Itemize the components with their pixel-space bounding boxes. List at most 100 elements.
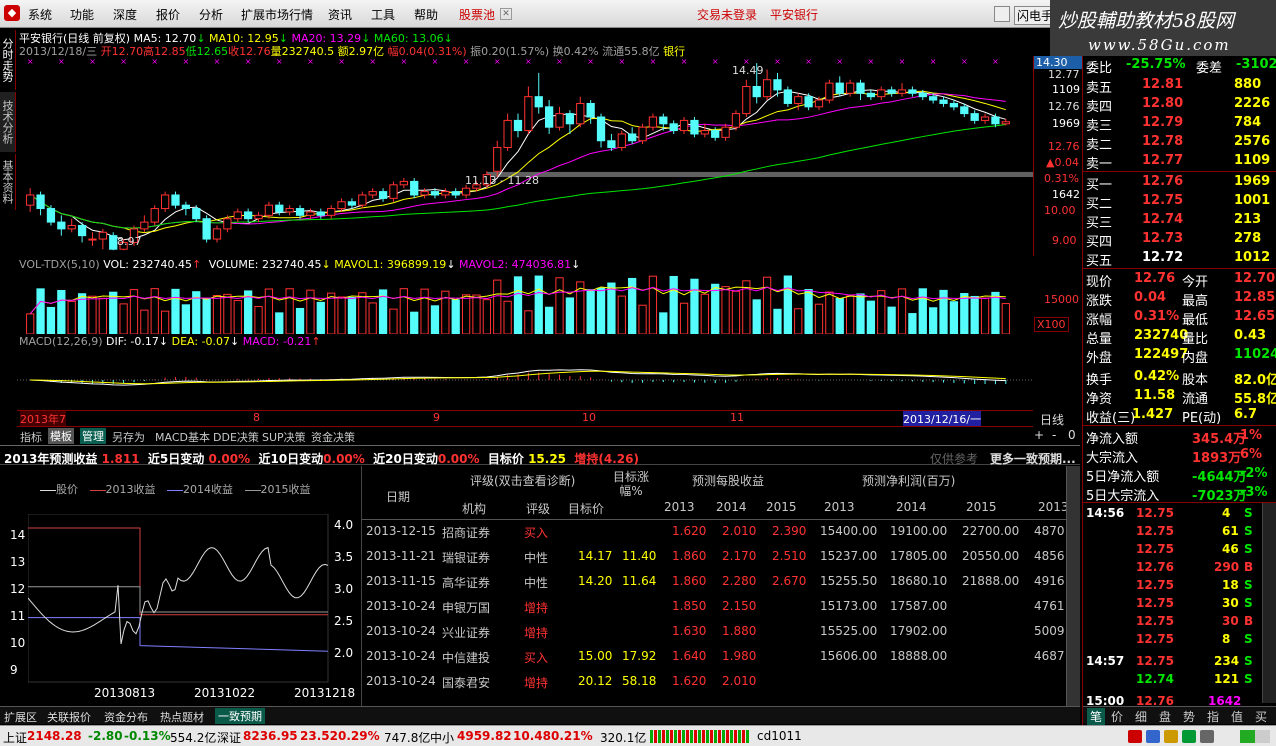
nav-hot-topic[interactable]: 热点题材 xyxy=(160,709,204,725)
flow-row-cell: 345.4万 xyxy=(1192,432,1247,447)
tab-dde[interactable]: DDE决策 xyxy=(213,429,259,445)
mini-legend: 股价 2013收益 2014收益 2015收益 xyxy=(40,481,311,497)
menu-tools[interactable]: 工具 xyxy=(371,6,395,23)
quote-tab[interactable]: 指 xyxy=(1207,708,1219,725)
volume-bar xyxy=(67,300,76,334)
menu-function[interactable]: 功能 xyxy=(70,6,94,23)
table-row[interactable]: 2013-12-15 招商证券 买入 1.620 2.010 2.390 15400.00 1… xyxy=(362,524,1066,544)
stat-row-cell: 12.70 xyxy=(1234,271,1276,286)
buy-order-row-cell: 278 xyxy=(1234,231,1262,246)
zoom-out-button[interactable]: - xyxy=(1052,428,1056,442)
table-row[interactable]: 2013-10-24 中信建投 买入 15.00 17.92 1.640 1.980 1560… xyxy=(362,649,1066,669)
tab-fund[interactable]: 资金决策 xyxy=(311,429,355,445)
tab-macd-basic[interactable]: MACD基本 xyxy=(155,429,210,445)
tab-sup[interactable]: SUP决策 xyxy=(262,429,306,445)
quote-tab[interactable]: 价 xyxy=(1111,708,1123,725)
reference-note: 仅供参考 xyxy=(930,452,979,466)
table-row[interactable]: 2013-10-24 国泰君安 增持 20.12 58.18 1.620 2.010 xyxy=(362,674,1066,694)
quote-tab[interactable]: 买 xyxy=(1255,708,1267,725)
status-icon-5[interactable] xyxy=(1200,730,1214,743)
stat-row-cell: 涨跌 xyxy=(1086,294,1113,309)
side-tab-fundamental[interactable]: 基本资料 xyxy=(0,154,16,210)
volume-bar xyxy=(389,308,398,334)
table-row[interactable]: 2013-10-24 兴业证券 增持 1.630 1.880 15525.00 17902.… xyxy=(362,624,1066,644)
quote-tab[interactable]: 细 xyxy=(1135,708,1147,725)
stat-row: 净资 11.58 流通 55.8亿 xyxy=(1084,387,1276,407)
current-stock-name[interactable]: 平安银行 xyxy=(770,6,818,23)
volume-bar xyxy=(430,305,440,334)
quote-tab[interactable]: 笔 xyxy=(1087,708,1106,725)
more-forecast-link[interactable]: 更多一致预期... xyxy=(990,450,1076,467)
menu-news[interactable]: 资讯 xyxy=(328,6,352,23)
period-button[interactable]: 日线 xyxy=(1040,411,1064,428)
mini-left-tick: 9 xyxy=(10,663,18,677)
signal-marker: × xyxy=(868,57,875,66)
sell-order-row-cell: 2576 xyxy=(1234,134,1271,149)
quote-tab[interactable]: 盘 xyxy=(1159,708,1171,725)
status-icon-2[interactable] xyxy=(1146,730,1160,743)
zoom-in-button[interactable]: + xyxy=(1034,428,1044,442)
table-scrollbar[interactable] xyxy=(1066,466,1080,706)
volume-bar xyxy=(918,288,927,334)
nav-consensus[interactable]: 一致预期 xyxy=(215,708,265,724)
status-icon-3[interactable] xyxy=(1164,730,1178,743)
trade-login-status[interactable]: 交易未登录 xyxy=(697,6,757,23)
menu-ext-market[interactable]: 扩展市场行情 xyxy=(241,6,313,23)
macd-chart[interactable] xyxy=(17,348,1033,410)
volume-chart[interactable] xyxy=(17,270,1033,334)
table-cell: 15400.00 xyxy=(820,524,878,538)
nav-ext-area[interactable]: 扩展区 xyxy=(4,709,37,725)
tick-scrollbar[interactable] xyxy=(1262,503,1276,703)
tick-cell: 46 xyxy=(1222,542,1239,556)
table-row[interactable]: 2013-10-24 申银万国 增持 1.850 2.150 15173.00 17587.… xyxy=(362,599,1066,619)
menu-quote[interactable]: 报价 xyxy=(156,6,180,23)
sell-order-row: 卖二 12.78 2576 xyxy=(1084,133,1276,153)
volume-bar xyxy=(794,308,803,334)
target-price-value: 15.25 xyxy=(528,452,567,466)
low-price-label: 8.97 xyxy=(117,235,142,248)
side-tab-intraday[interactable]: 分时走势 xyxy=(0,30,16,90)
menu-system[interactable]: 系统 xyxy=(28,6,52,23)
col-target-price: 目标价 xyxy=(568,502,605,516)
table-row[interactable]: 2013-11-15 高华证券 中性 14.20 11.64 1.860 2.280 2.67… xyxy=(362,574,1066,594)
col-rating-group: 评级(双击查看诊断) xyxy=(470,474,576,488)
menu-help[interactable]: 帮助 xyxy=(414,6,438,23)
stock-pool-button[interactable]: 股票池 xyxy=(459,6,495,23)
tab-manage[interactable]: 管理 xyxy=(80,428,106,444)
table-row[interactable]: 2013-11-21 瑞银证券 中性 14.17 11.40 1.860 2.170 2.51… xyxy=(362,549,1066,569)
table-cell: 22700.00 xyxy=(962,524,1020,538)
table-cell: 买入 xyxy=(524,651,549,665)
stat-row-cell: 净资 xyxy=(1086,392,1113,407)
volume-bar xyxy=(399,288,408,334)
tab-indicator[interactable]: 指标 xyxy=(20,429,42,445)
stat-row-cell: 0.42% xyxy=(1134,369,1180,384)
table-cell: 17902.00 xyxy=(890,624,948,638)
stat-row-cell: 最低 xyxy=(1182,313,1209,328)
quote-tab[interactable]: 值 xyxy=(1231,708,1243,725)
candle-body xyxy=(26,194,35,206)
signal-marker: × xyxy=(805,57,812,66)
status-icon-1[interactable] xyxy=(1128,730,1142,743)
candle-body xyxy=(420,191,429,196)
buy-order-row-cell: 213 xyxy=(1234,212,1262,227)
side-tab-technical[interactable]: 技术分析 xyxy=(0,92,16,152)
status-icon-4[interactable] xyxy=(1182,730,1196,743)
table-cell: 20550.00 xyxy=(962,549,1020,563)
tab-template[interactable]: 模板 xyxy=(48,428,74,444)
quote-tab[interactable]: 势 xyxy=(1183,708,1195,725)
minimize-icon[interactable] xyxy=(994,6,1010,22)
menu-analysis[interactable]: 分析 xyxy=(199,6,223,23)
zoom-reset-button[interactable]: 0 xyxy=(1068,428,1076,442)
tick-row: 14:56 12.75 4 S xyxy=(1084,505,1276,523)
signal-marker: × xyxy=(556,57,563,66)
kline-chart[interactable]: × × × × × × × × × × × × × × × × × × × × × × × × × × × × × × × × xyxy=(17,56,1033,256)
volume-bar xyxy=(358,292,367,334)
forecast-table[interactable]: 日期 评级(双击查看诊断) 机构 评级 目标价 目标涨幅% 预测每股收益 201… xyxy=(362,466,1066,706)
nav-fund-dist[interactable]: 资金分布 xyxy=(104,709,148,725)
table-cell: 1.850 xyxy=(672,599,707,613)
stock-pool-close-icon[interactable]: ✕ xyxy=(500,8,512,20)
menu-depth[interactable]: 深度 xyxy=(113,6,137,23)
tab-save-as[interactable]: 另存为 xyxy=(112,429,145,445)
candle-body xyxy=(752,86,761,98)
nav-related-quote[interactable]: 关联报价 xyxy=(47,709,91,725)
